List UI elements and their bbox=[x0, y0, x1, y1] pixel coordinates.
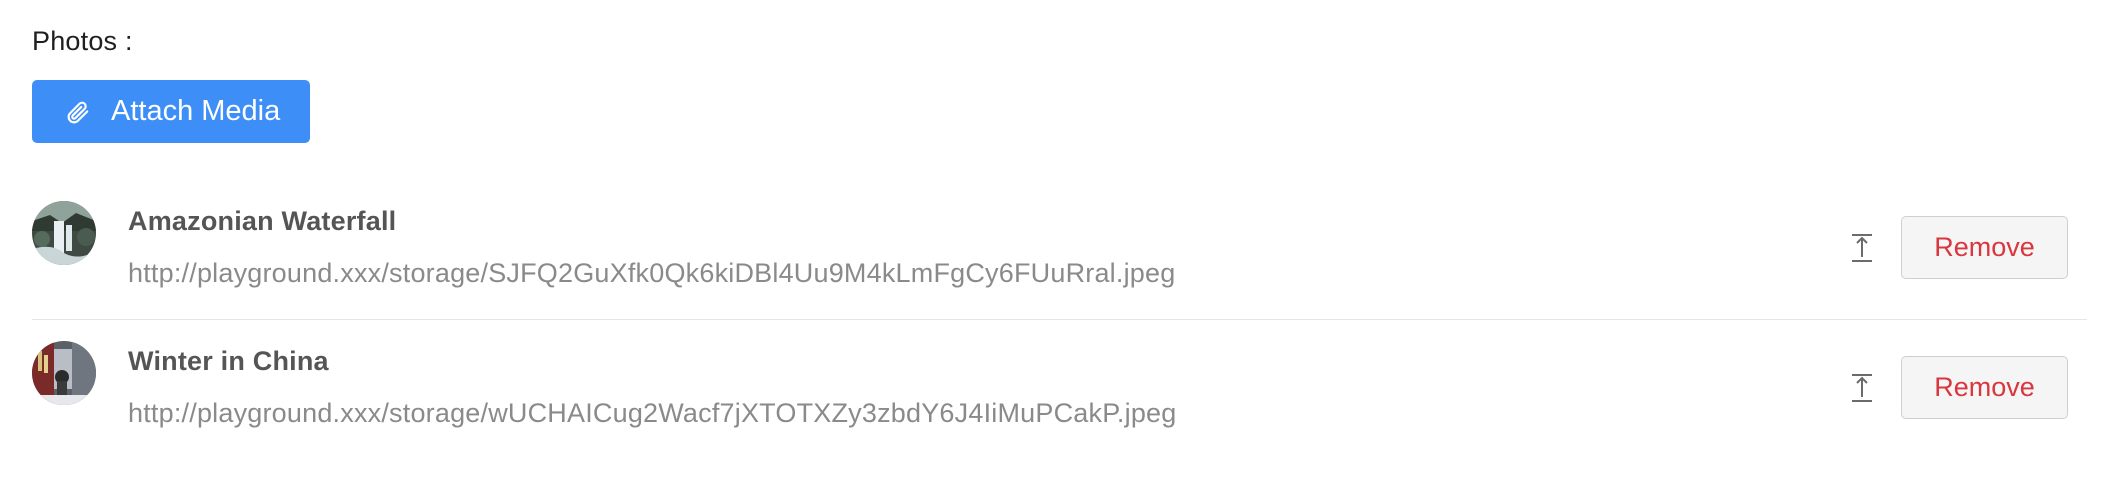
reorder-handle-icon[interactable] bbox=[1850, 233, 1874, 263]
media-field: Photos : Attach Media Amazonian Waterfal… bbox=[0, 0, 2106, 504]
field-label: Photos : bbox=[32, 26, 133, 56]
reorder-handle-icon[interactable] bbox=[1850, 373, 1874, 403]
media-item: Amazonian Waterfall http://playground.xx… bbox=[32, 180, 2087, 320]
media-url: http://playground.xxx/storage/wUCHAICug2… bbox=[128, 398, 1177, 428]
attach-media-label: Attach Media bbox=[111, 95, 281, 127]
media-thumbnail bbox=[32, 201, 96, 265]
media-title: Amazonian Waterfall bbox=[128, 206, 397, 236]
paperclip-icon bbox=[65, 99, 91, 125]
attach-media-button[interactable]: Attach Media bbox=[32, 80, 310, 143]
media-url: http://playground.xxx/storage/SJFQ2GuXfk… bbox=[128, 258, 1176, 288]
remove-button[interactable]: Remove bbox=[1901, 216, 2068, 279]
remove-button[interactable]: Remove bbox=[1901, 356, 2068, 419]
media-item: Winter in China http://playground.xxx/st… bbox=[32, 320, 2087, 460]
media-thumbnail bbox=[32, 341, 96, 405]
media-title: Winter in China bbox=[128, 346, 329, 376]
media-list: Amazonian Waterfall http://playground.xx… bbox=[32, 180, 2087, 460]
